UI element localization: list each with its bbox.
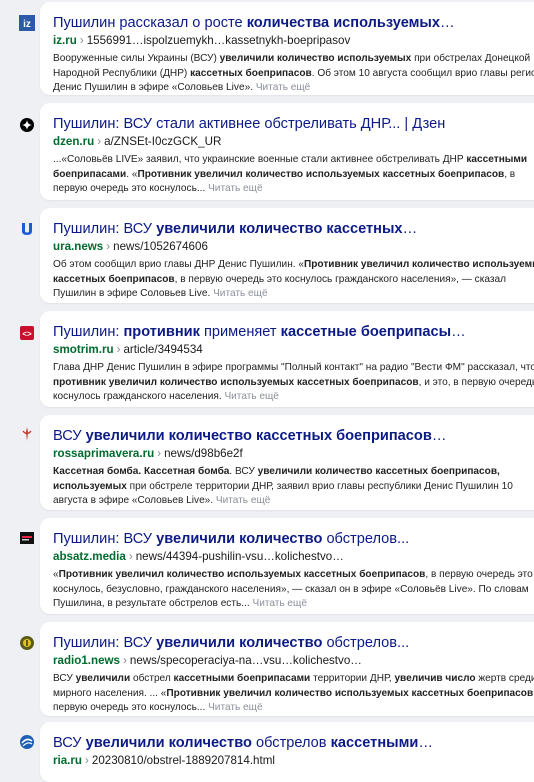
- highlighted-text: увеличили: [75, 673, 131, 684]
- read-more-link[interactable]: Читать ещё: [213, 288, 268, 299]
- highlighted-text: кассетными боеприпасами: [173, 673, 311, 684]
- result-url[interactable]: dzen.ru › a/ZNSEt-I0czGCK_UR: [53, 134, 534, 149]
- highlighted-text: Противник увеличил количество используем…: [166, 687, 534, 699]
- result-snippet: ...«Соловьёв LIVE» заявил, что украински…: [53, 153, 534, 197]
- highlighted-text: противник: [123, 324, 200, 340]
- highlighted-text: противник увеличил количество используем…: [53, 376, 419, 388]
- search-result: <> Пушилин: противник применяет кассетны…: [20, 311, 534, 407]
- text-segment: Пушилин: ВСУ: [53, 635, 157, 651]
- result-title[interactable]: Пушилин: ВСУ увеличили количество обстре…: [53, 622, 534, 652]
- text-segment: территории ДНР,: [310, 673, 395, 684]
- text-segment: обстрелов: [251, 735, 331, 751]
- text-segment: Пушилин:: [53, 324, 124, 340]
- result-url[interactable]: rossaprimavera.ru › news/d98b6e2f: [53, 446, 534, 461]
- text-segment: ВСУ: [53, 735, 86, 751]
- result-snippet: Об этом сообщил врио главы ДНР Денис Пуш…: [53, 258, 534, 302]
- result-title[interactable]: ВСУ увеличили количество кассетных боепр…: [53, 415, 534, 445]
- text-segment: …: [418, 735, 433, 751]
- highlighted-text: увеличили количество кассетных боеприпас…: [85, 428, 432, 444]
- highlighted-text: увеличили количество используемых: [219, 53, 412, 64]
- text-segment: Об этом сообщил врио главы ДНР Денис Пуш…: [53, 259, 304, 270]
- rossaprimavera-icon: [19, 426, 35, 442]
- text-segment: Вооруженные силы Украины (ВСУ): [53, 53, 220, 64]
- highlighted-text: Противник увеличил количество используем…: [58, 569, 426, 580]
- search-result: ВСУ увеличили количество обстрелов кассе…: [20, 722, 534, 782]
- highlighted-text: кассетных боеприпасов: [190, 67, 312, 79]
- text-segment: ...«Соловьёв LIVE» заявил, что украински…: [53, 154, 467, 165]
- text-segment: Глава ДНР Денис Пушилин в эфире программ…: [53, 362, 534, 373]
- result-title[interactable]: Пушилин: ВСУ стали активнее обстреливать…: [53, 103, 534, 133]
- text-segment: Пушилин: ВСУ стали активнее обстреливать…: [53, 116, 446, 132]
- text-segment: ВСУ: [53, 673, 76, 684]
- highlighted-text: кассетные боеприпасы: [280, 324, 452, 340]
- search-result: Пушилин: ВСУ стали активнее обстреливать…: [20, 103, 534, 200]
- result-title[interactable]: Пушилин: ВСУ увеличили количество обстре…: [53, 518, 534, 548]
- ria-icon: [19, 734, 35, 750]
- result-title[interactable]: Пушилин: ВСУ увеличили количество кассет…: [53, 208, 534, 238]
- search-result: Пушилин: ВСУ увеличили количество обстре…: [20, 622, 534, 716]
- text-segment: …: [440, 15, 455, 31]
- highlighted-text: увеличили количество кассетных: [156, 221, 403, 237]
- text-segment: …: [431, 428, 447, 444]
- search-result: Пушилин: ВСУ увеличили количество кассет…: [22, 208, 534, 303]
- text-segment: обстрелов...: [322, 635, 410, 651]
- radio1-icon: [19, 635, 35, 651]
- text-segment: Пушилин: ВСУ: [53, 531, 157, 547]
- read-more-link[interactable]: Читать ещё: [208, 702, 263, 713]
- read-more-link[interactable]: Читать ещё: [208, 183, 263, 194]
- highlighted-text: увеличили количество: [156, 531, 323, 547]
- text-segment: Пушилин: ВСУ: [53, 221, 157, 237]
- svg-text:iz: iz: [23, 19, 31, 30]
- result-snippet: Глава ДНР Денис Пушилин в эфире программ…: [53, 361, 534, 405]
- result-snippet: Вооруженные силы Украины (ВСУ) увеличили…: [53, 52, 534, 96]
- highlighted-text: увеличили количество: [85, 735, 252, 751]
- result-url[interactable]: absatz.media › news/44394-pushilin-vsu…kol…: [53, 549, 534, 564]
- absatz-icon: [19, 530, 35, 546]
- result-snippet: Кассетная бомба. Кассетная бомба. ВСУ ув…: [53, 465, 534, 509]
- highlighted-text: кассетными: [330, 735, 419, 751]
- text-segment: . ВСУ: [229, 466, 258, 477]
- iz-icon: iz: [19, 15, 35, 31]
- text-segment: применяет: [199, 324, 281, 340]
- result-url[interactable]: iz.ru › 1556991…ispolzuemykh…kassetnykh-bo…: [53, 33, 534, 48]
- highlighted-text: Противник увеличил количество используем…: [137, 168, 505, 180]
- result-title[interactable]: Пушилин: противник применяет кассетные б…: [53, 311, 534, 341]
- highlighted-text: Кассетная бомба. Кассетная бомба: [53, 466, 230, 477]
- search-result: iz Пушилин рассказал о росте количества …: [19, 2, 534, 96]
- svg-text:<>: <>: [22, 330, 32, 339]
- text-segment: обстрел: [130, 673, 174, 684]
- text-segment: обстрелов...: [322, 531, 410, 547]
- search-result: Пушилин: ВСУ увеличили количество обстре…: [20, 518, 534, 614]
- result-snippet: «Противник увеличил количество используе…: [53, 568, 534, 612]
- result-title[interactable]: ВСУ увеличили количество обстрелов кассе…: [53, 722, 534, 752]
- result-url[interactable]: ura.news › news/1052674606: [53, 239, 534, 254]
- result-snippet: ВСУ увеличили обстрел кассетными боеприп…: [53, 672, 534, 716]
- highlighted-text: увеличив число: [394, 673, 476, 684]
- highlighted-text: количества используемых: [246, 15, 441, 31]
- result-title[interactable]: Пушилин рассказал о росте количества исп…: [53, 2, 534, 32]
- search-result: ВСУ увеличили количество кассетных боепр…: [22, 415, 534, 510]
- smotrim-icon: <>: [19, 325, 35, 341]
- read-more-link[interactable]: Читать ещё: [216, 495, 271, 506]
- text-segment: …: [451, 324, 466, 340]
- dzen-icon: [19, 117, 35, 133]
- text-segment: Пушилин рассказал о росте: [53, 15, 247, 31]
- text-segment: ВСУ: [53, 428, 86, 444]
- read-more-link[interactable]: Читать ещё: [252, 598, 307, 609]
- read-more-link[interactable]: Читать ещё: [256, 82, 311, 93]
- highlighted-text: увеличили количество: [156, 635, 323, 651]
- result-url[interactable]: radio1.news › news/specoperaciya-na…vsu…ko…: [53, 653, 534, 668]
- read-more-link[interactable]: Читать ещё: [224, 391, 279, 402]
- result-url[interactable]: smotrim.ru › article/3494534: [53, 342, 534, 357]
- ura-icon: [19, 221, 35, 237]
- text-segment: …: [402, 221, 418, 237]
- text-segment: . «: [126, 168, 138, 180]
